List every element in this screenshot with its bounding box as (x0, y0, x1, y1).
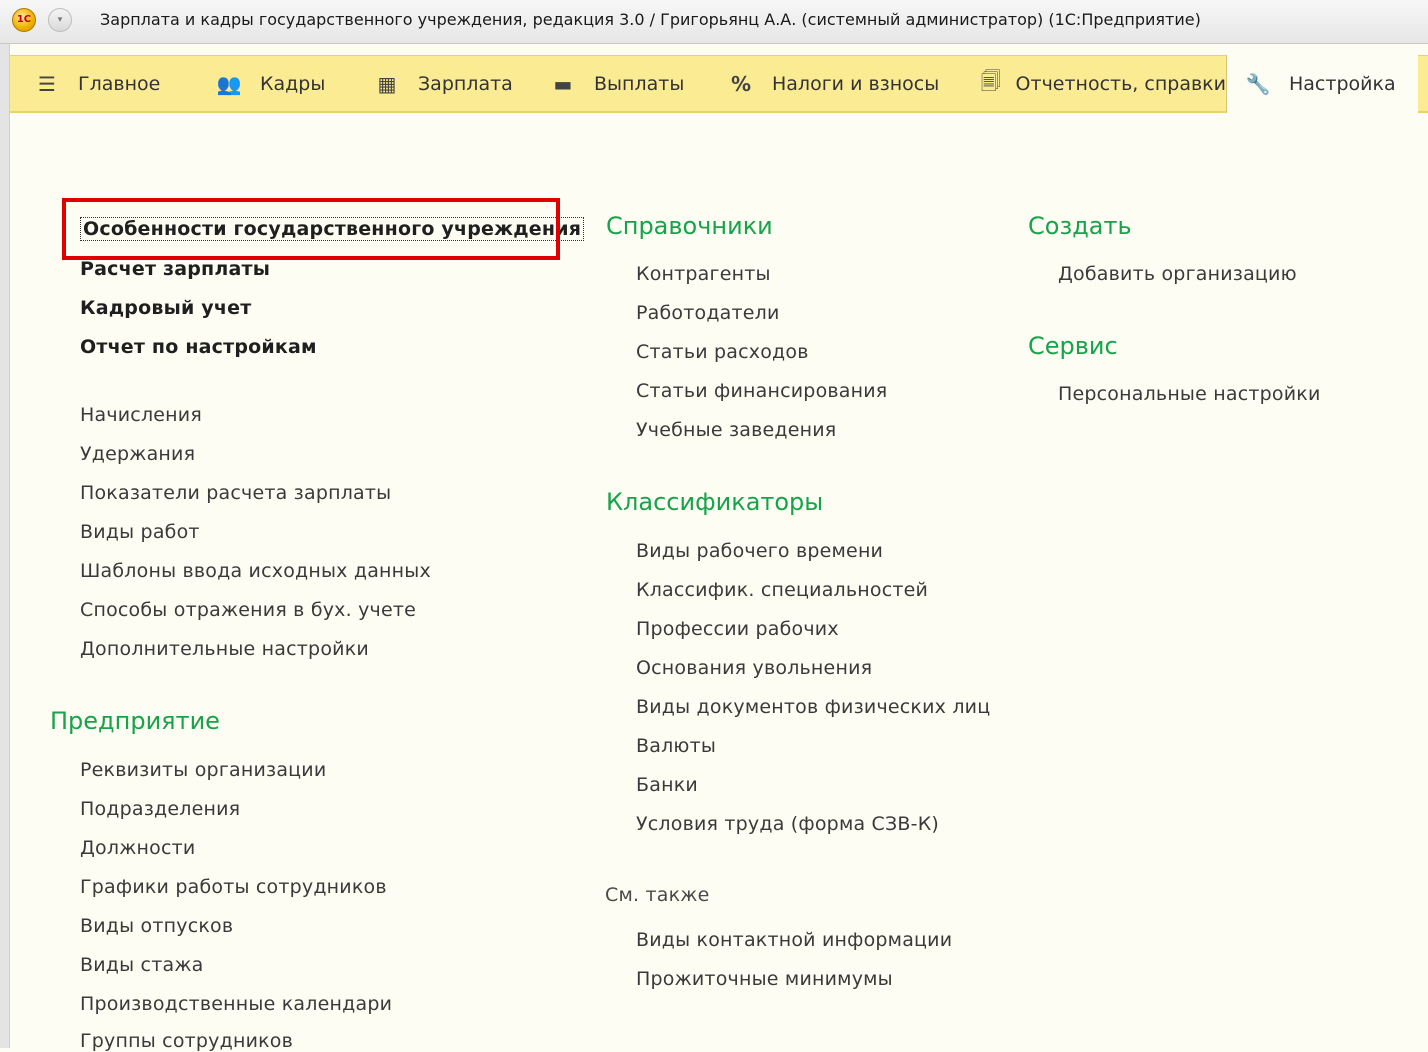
link-currencies[interactable]: Валюты (636, 735, 716, 757)
link-worker-professions[interactable]: Профессии рабочих (636, 618, 839, 640)
link-additional-settings[interactable]: Дополнительные настройки (80, 638, 369, 660)
percent-icon: % (730, 71, 752, 96)
link-input-templates[interactable]: Шаблоны ввода исходных данных (80, 560, 431, 582)
tab-settings[interactable]: 🔧 Настройка (1226, 55, 1418, 113)
tab-label: Отчетность, справки (1015, 72, 1226, 95)
link-accounting-methods[interactable]: Способы отражения в бух. учете (80, 599, 416, 621)
calculator-icon: ▦ (377, 71, 397, 96)
tab-label: Выплаты (594, 72, 685, 95)
menu-lines-icon: ☰ (38, 71, 56, 96)
wallet-icon: ▬ (553, 71, 573, 96)
link-positions[interactable]: Должности (80, 837, 195, 859)
link-employee-groups[interactable]: Группы сотрудников (80, 1030, 293, 1052)
link-educational-institutions[interactable]: Учебные заведения (636, 419, 836, 441)
group-title-create: Создать (1028, 212, 1132, 240)
link-accruals[interactable]: Начисления (80, 404, 202, 426)
tab-reports[interactable]: 🗐 Отчетность, справки (964, 56, 1226, 111)
link-work-schedules[interactable]: Графики работы сотрудников (80, 876, 387, 898)
link-labor-conditions[interactable]: Условия труда (форма СЗВ-К) (636, 813, 939, 835)
people-icon: 👥 (216, 71, 242, 96)
link-subsistence-minimums[interactable]: Прожиточные минимумы (636, 968, 893, 990)
group-title-enterprise: Предприятие (50, 707, 220, 735)
link-counterparties[interactable]: Контрагенты (636, 263, 771, 285)
link-specialty-classifier[interactable]: Классифик. специальностей (636, 579, 928, 601)
tab-taxes[interactable]: % Налоги и взносы (714, 56, 964, 111)
tab-main[interactable]: ☰ Главное (10, 56, 196, 111)
link-expense-items[interactable]: Статьи расходов (636, 341, 809, 363)
link-salary-indicators[interactable]: Показатели расчета зарплаты (80, 482, 391, 504)
link-deductions[interactable]: Удержания (80, 443, 195, 465)
link-org-details[interactable]: Реквизиты организации (80, 759, 326, 781)
link-vacation-types[interactable]: Виды отпусков (80, 915, 233, 937)
tab-label: Зарплата (418, 72, 513, 95)
tab-label: Главное (78, 72, 161, 95)
link-contact-info-types[interactable]: Виды контактной информации (636, 929, 952, 951)
reports-icon: 🗐 (980, 68, 1001, 93)
link-hr-accounting[interactable]: Кадровый учет (80, 297, 251, 319)
group-title-see-also: См. также (605, 884, 710, 906)
left-panel-edge (0, 44, 10, 1048)
link-departments[interactable]: Подразделения (80, 798, 240, 820)
link-seniority-types[interactable]: Виды стажа (80, 954, 203, 976)
link-work-types[interactable]: Виды работ (80, 521, 200, 543)
main-menu-button[interactable]: ▾ (48, 8, 72, 32)
wrench-icon: 🔧 (1245, 72, 1271, 96)
link-production-calendars[interactable]: Производственные календари (80, 993, 392, 1015)
title-bar: 1С ▾ Зарплата и кадры государственного у… (0, 0, 1428, 44)
link-dismissal-grounds[interactable]: Основания увольнения (636, 657, 872, 679)
tab-hr[interactable]: 👥 Кадры (196, 56, 356, 111)
tab-label: Налоги и взносы (772, 72, 940, 95)
link-salary-calculation[interactable]: Расчет зарплаты (80, 258, 270, 280)
tab-salary[interactable]: ▦ Зарплата (356, 56, 536, 111)
link-add-organization[interactable]: Добавить организацию (1058, 263, 1297, 285)
link-id-document-types[interactable]: Виды документов физических лиц (636, 696, 990, 718)
link-employers[interactable]: Работодатели (636, 302, 780, 324)
group-title-service: Сервис (1028, 332, 1118, 360)
group-title-classifiers: Классификаторы (606, 488, 824, 516)
tab-label: Кадры (260, 72, 326, 95)
link-settings-report[interactable]: Отчет по настройкам (80, 336, 317, 358)
tab-payments[interactable]: ▬ Выплаты (536, 56, 714, 111)
link-banks[interactable]: Банки (636, 774, 698, 796)
group-title-references: Справочники (606, 212, 773, 240)
highlight-box (62, 198, 560, 260)
section-panel: ☰ Главное 👥 Кадры ▦ Зарплата ▬ Выплаты %… (10, 55, 1428, 113)
window-title: Зарплата и кадры государственного учрежд… (100, 10, 1201, 29)
link-financing-items[interactable]: Статьи финансирования (636, 380, 887, 402)
link-work-time-types[interactable]: Виды рабочего времени (636, 540, 883, 562)
1c-logo[interactable]: 1С (12, 8, 36, 32)
link-personal-settings[interactable]: Персональные настройки (1058, 383, 1321, 405)
tab-label: Настройка (1289, 73, 1396, 95)
